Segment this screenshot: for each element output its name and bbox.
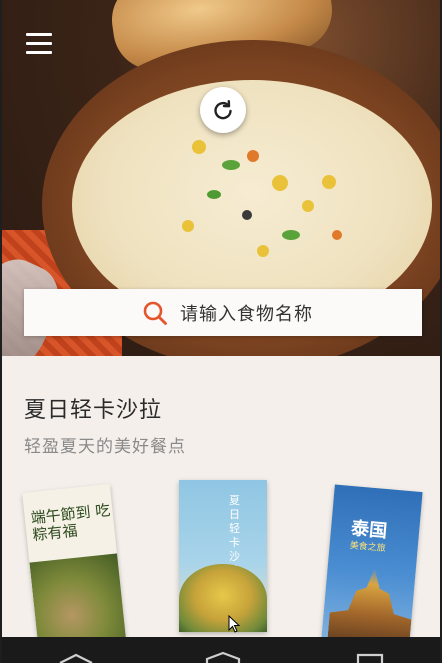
section-subtitle: 轻盈夏天的美好餐点 bbox=[24, 437, 186, 457]
search-icon bbox=[143, 301, 167, 325]
back-icon bbox=[59, 653, 93, 663]
search-placeholder: 请输入食物名称 bbox=[180, 303, 313, 325]
back-button[interactable] bbox=[46, 637, 106, 663]
recent-apps-button[interactable] bbox=[340, 637, 400, 663]
hamburger-menu-icon bbox=[26, 33, 52, 54]
hero-banner[interactable]: 请输入食物名称 bbox=[2, 0, 440, 356]
home-button[interactable] bbox=[193, 637, 253, 663]
corn-salad-photo bbox=[179, 564, 267, 632]
recent-apps-icon bbox=[357, 653, 384, 663]
card-title: 端午節到 吃粽有福 bbox=[29, 500, 112, 545]
recipe-card-list: 端午節到 吃粽有福 夏日轻卡沙拉 泰国 美食之旅 bbox=[2, 478, 440, 648]
card-subtitle: 美食之旅 bbox=[349, 540, 386, 555]
refresh-icon bbox=[214, 100, 232, 120]
menu-button[interactable] bbox=[26, 33, 52, 55]
thai-temple-photo bbox=[327, 565, 416, 647]
recipe-card-zongzi[interactable]: 端午節到 吃粽有福 bbox=[22, 483, 126, 648]
recipe-card-salad[interactable]: 夏日轻卡沙拉 bbox=[179, 480, 267, 632]
section-title: 夏日轻卡沙拉 bbox=[24, 398, 163, 423]
home-icon bbox=[205, 651, 241, 663]
zongzi-photo bbox=[29, 553, 126, 648]
mouse-cursor-icon bbox=[228, 615, 240, 633]
refresh-button[interactable] bbox=[200, 87, 246, 133]
app-screen: 请输入食物名称 夏日轻卡沙拉 轻盈夏天的美好餐点 端午節到 吃粽有福 夏日轻卡沙… bbox=[0, 0, 442, 663]
recipe-card-thailand[interactable]: 泰国 美食之旅 bbox=[321, 484, 423, 647]
search-bar[interactable]: 请输入食物名称 bbox=[24, 289, 422, 336]
system-navigation-bar bbox=[2, 637, 440, 663]
